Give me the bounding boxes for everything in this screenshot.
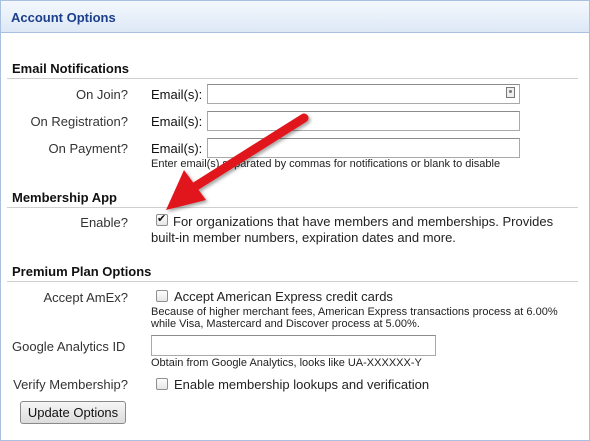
red-arrow-annotation (166, 113, 309, 210)
arrow-head (166, 170, 206, 210)
arrow-shaft (191, 113, 309, 191)
